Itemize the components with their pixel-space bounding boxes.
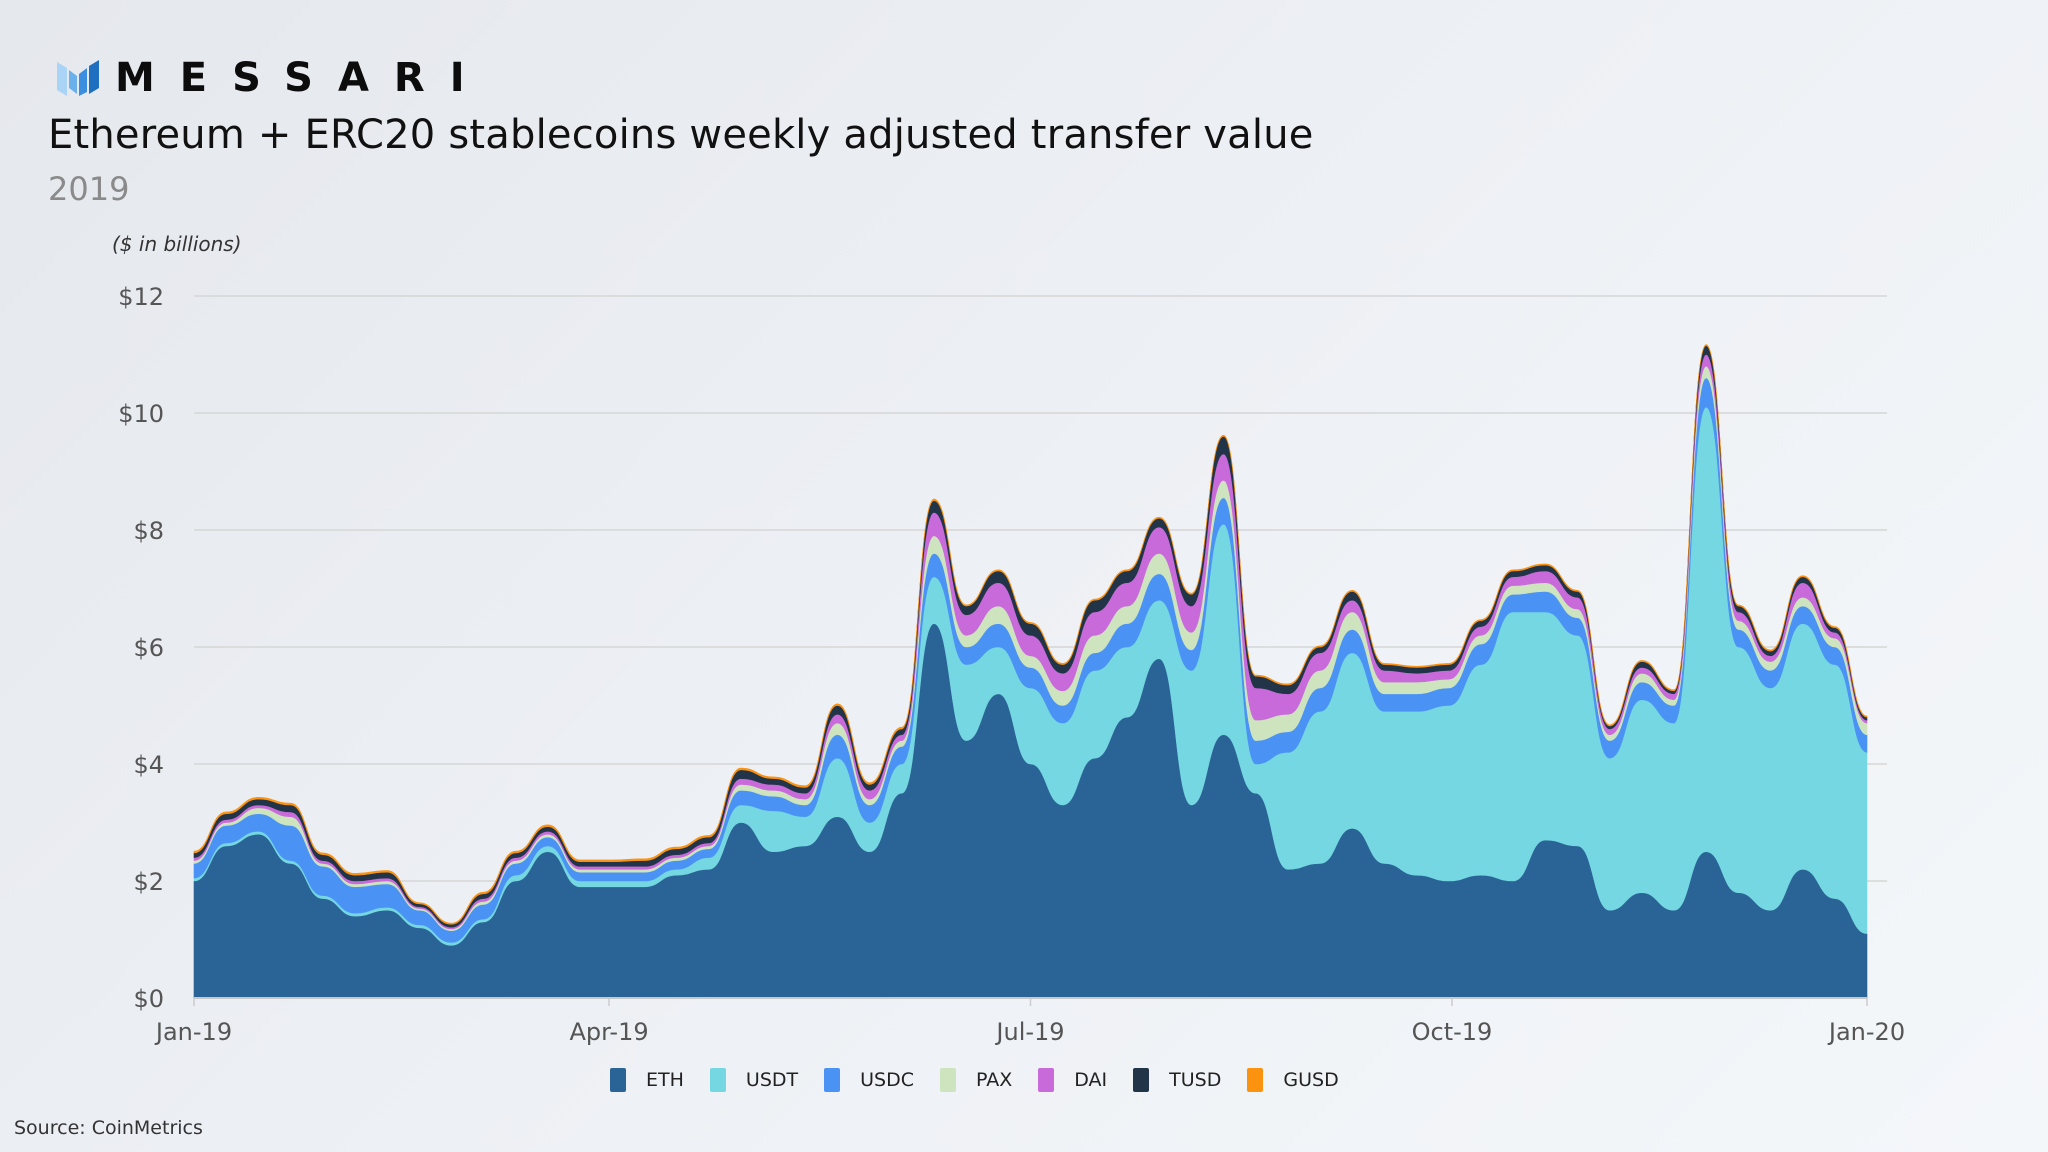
legend-item-tusd: TUSD <box>1133 1068 1221 1092</box>
legend-swatch <box>1038 1068 1055 1092</box>
legend-label: DAI <box>1074 1069 1108 1091</box>
x-tick-label: Jan-19 <box>154 1018 232 1046</box>
legend-label: GUSD <box>1283 1069 1339 1091</box>
chart-legend: ETH USDT USDC PAX DAI TUSD GUSD <box>610 1068 1365 1092</box>
legend-item-usdc: USDC <box>824 1068 914 1092</box>
stacked-area-chart: $0 $2 $4 $6 $8 $10 $12 Jan-19 Apr-19 Jul-19 Oct-1… <box>118 283 1905 1046</box>
legend-swatch <box>610 1068 626 1092</box>
y-tick-label: $6 <box>133 634 164 662</box>
legend-label: TUSD <box>1169 1069 1222 1091</box>
y-tick-label: $0 <box>133 985 164 1013</box>
legend-label: PAX <box>976 1069 1013 1091</box>
legend-swatch <box>824 1068 841 1092</box>
legend-swatch <box>709 1068 726 1092</box>
legend-item-dai: DAI <box>1038 1068 1107 1092</box>
legend-label: USDC <box>860 1069 914 1091</box>
x-tick-label: Apr-19 <box>569 1018 648 1046</box>
area-series <box>193 344 1868 999</box>
legend-swatch <box>1247 1068 1264 1092</box>
legend-item-pax: PAX <box>940 1068 1012 1092</box>
x-tick-label: Jan-20 <box>1827 1018 1905 1046</box>
legend-swatch <box>1133 1068 1150 1092</box>
legend-label: ETH <box>646 1069 684 1091</box>
legend-label: USDT <box>745 1069 799 1091</box>
legend-item-eth: ETH <box>610 1068 684 1092</box>
source-note: Source: CoinMetrics <box>14 1117 203 1139</box>
axes: Jan-19 Apr-19 Jul-19 Oct-19 Jan-20 <box>154 997 1905 1046</box>
x-tick-label: Jul-19 <box>994 1018 1064 1046</box>
y-tick-label: $12 <box>118 283 164 311</box>
y-tick-label: $8 <box>133 517 164 545</box>
y-tick-label: $10 <box>118 400 164 428</box>
y-tick-label: $2 <box>133 868 164 896</box>
y-tick-label: $4 <box>133 751 164 779</box>
legend-item-gusd: GUSD <box>1247 1068 1339 1092</box>
legend-swatch <box>940 1068 956 1092</box>
legend-item-usdt: USDT <box>709 1068 799 1092</box>
x-tick-label: Oct-19 <box>1412 1018 1493 1046</box>
